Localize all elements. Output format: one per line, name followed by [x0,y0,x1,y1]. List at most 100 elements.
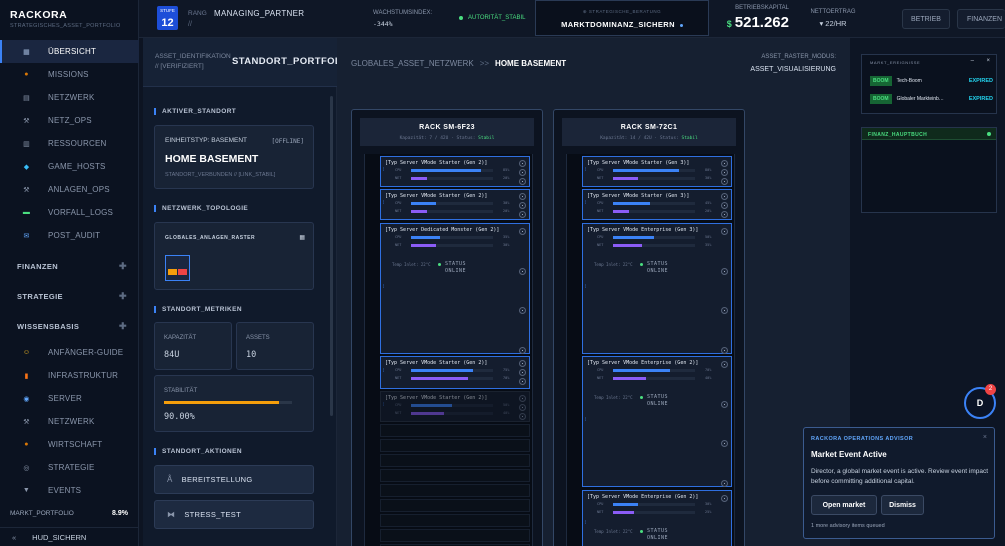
mode-value[interactable]: ASSET_VISUALISIERUNG [737,66,836,73]
empty-slot[interactable] [380,439,530,452]
server-name: [Typ Server VMode Starter (Gen 2)] [385,160,488,166]
sidebar-item-missions[interactable]: ● MISSIONS [0,63,139,86]
server-block-icon [168,269,177,275]
sidebar-item-events[interactable]: ▼ EVENTS [0,479,139,502]
section-strategie[interactable]: STRATEGIE ✚ [0,281,139,311]
drag-handle-icon[interactable]: ⁞ [585,167,588,172]
empty-slot[interactable] [380,499,530,512]
advisor-title: Market Event Active [811,450,887,459]
sidebar-item-netz-ops[interactable]: ⚒ NETZ_OPS [0,109,139,132]
empty-slot[interactable] [380,484,530,497]
growth-label: WACHSTUMSINDEX: [373,10,433,16]
sidebar-item-ressourcen[interactable]: ▥ RESSOURCEN [0,132,139,155]
empty-slot[interactable] [380,514,530,527]
empty-slot[interactable] [380,469,530,482]
sidebar-item-wirtschaft[interactable]: ● WIRTSCHAFT [0,433,139,456]
sidebar-item-label: STRATEGIE [48,463,95,472]
server-name: [Typ Server VMode Enterprise (Gen 3)] [587,227,699,233]
hud-save-button[interactable]: « HUD_SICHERN [0,527,139,546]
drag-handle-icon[interactable]: ⁞ [383,200,386,205]
net-percent: 70% [503,376,510,380]
status-dot-icon [640,530,643,533]
drag-handle-icon[interactable]: ⁞ [383,284,386,289]
server-slot[interactable]: [Typ Server VMode Enterprise (Gen 2)] ⁞ CP… [582,490,732,546]
ledger-panel[interactable]: FINANZ_HAUPTBUCH [861,127,997,213]
section-wissensbasis[interactable]: WISSENSBASIS ✚ [0,311,139,341]
authority-label: AUTORITÄT_STABIL [468,15,526,21]
drag-handle-icon[interactable]: ⁞ [383,402,386,407]
sidebar-item-game-hosts[interactable]: ◆ GAME_HOSTS [0,155,139,178]
sidebar-item-post-audit[interactable]: ✉ POST_AUDIT [0,224,139,247]
event-row[interactable]: BOOM Globaler Markteinb… EXPIRED [870,94,993,104]
breadcrumb-root[interactable]: GLOBALES_ASSET_NETZWERK [351,59,474,68]
drag-handle-icon[interactable]: ⁞ [585,521,588,526]
empty-slot[interactable] [380,424,530,437]
event-row[interactable]: BOOM Tech-Boom EXPIRED [870,76,993,86]
site-tile-home-basement[interactable] [165,255,190,281]
panel-scrollbar[interactable] [330,96,333,416]
stress-test-button[interactable]: ⧓ STRESS_TEST [154,500,314,529]
wrench-icon: ⚒ [23,418,30,426]
cpu-label: CPU [395,368,402,372]
sidebar-item-label: GAME_HOSTS [48,162,106,171]
server-slot[interactable]: [Typ Server VMode Starter (Gen 3)] ⁞ CPU 80… [582,156,732,187]
server-slot[interactable]: [Typ Server VMode Starter (Gen 2)] ⁞ CPU 30… [380,189,530,220]
sidebar-item-strategie-wiki[interactable]: ◎ STRATEGIE [0,456,139,479]
empty-slot[interactable] [380,454,530,467]
drag-handle-icon[interactable]: ⁞ [585,284,588,289]
server-slot[interactable]: [Typ Server Dedicated Monster (Gen 2)] ⁞ C… [380,223,530,354]
rack-subtitle: Kapazität: 7 / 42U · Status: Stabil [360,136,534,141]
active-site-card[interactable]: EINHEITSTYP: BASEMENT [OFFLINE] HOME BAS… [154,125,314,189]
capacity-label: KAPAZITÄT [164,335,197,341]
dismiss-button[interactable]: Dismiss [881,495,924,515]
advisor-popup: RACKORA OPERATIONS ADVISOR × Market Even… [803,427,995,539]
sidebar-item-netzwerk-wiki[interactable]: ⚒ NETZWERK [0,410,139,433]
section-finanzen[interactable]: FINANZEN ✚ [0,251,139,281]
sidebar-item-infrastruktur[interactable]: ▮ INFRASTRUKTUR [0,364,139,387]
rack-card[interactable]: RACK SM-6F23 Kapazität: 7 / 42U · Status… [351,109,543,546]
event-name: Tech-Boom [896,78,922,84]
finanzen-button[interactable]: FINANZEN [957,9,1005,29]
close-icon[interactable]: × [986,58,990,64]
stability-bar-fill [164,401,280,404]
mode-label: ASSET_RASTER_MODUS: [761,54,836,60]
sidebar-item-vorfall-logs[interactable]: ▬ VORFALL_LOGS [0,201,139,224]
mail-icon: ✉ [23,232,30,240]
open-market-button[interactable]: Open market [811,495,877,515]
drag-handle-icon[interactable]: ⁞ [383,368,386,373]
sidebar-item-server[interactable]: ◉ SERVER [0,387,139,410]
net-label: NET [395,411,402,415]
rack-card[interactable]: RACK SM-72C1 Kapazität: 14 / 42U · Statu… [553,109,745,546]
grid-menu-icon[interactable]: ▦ [299,234,305,241]
server-slot[interactable]: [Typ Server VMode Enterprise (Gen 2)] ⁞ CP… [582,356,732,487]
sidebar-item-uebersicht[interactable]: ▦ ÜBERSICHT [0,40,139,63]
server-slot[interactable]: [Typ Server VMode Starter (Gen 3)] ⁞ CPU 45… [582,189,732,220]
log-icon: ▬ [22,209,31,216]
sidebar-item-anfaenger-guide[interactable]: ☺ ANFÄNGER-GUIDE [0,341,139,364]
temp-inlet: Temp Inlet: 22°C [594,395,633,400]
topology-card[interactable]: GLOBALES_ANLAGEN_RASTER ▦ [154,222,314,290]
notification-badge: 2 [985,384,996,395]
empty-slot[interactable] [380,529,530,542]
sidebar-item-netzwerk[interactable]: ▤ NETZWERK [0,86,139,109]
temp-inlet: Temp Inlet: 22°C [392,262,431,267]
cpu-percent: 70% [705,368,712,372]
server-slot[interactable]: [Typ Server VMode Starter (Gen 2)] ⁞ CPU 75… [380,356,530,389]
drag-handle-icon[interactable]: ⁞ [585,200,588,205]
drag-handle-icon[interactable]: ⁞ [585,417,588,422]
event-name: Globaler Markteinb… [896,96,944,102]
unit-type: EINHEITSTYP: BASEMENT [165,137,247,144]
close-icon[interactable]: × [983,434,987,441]
minimize-icon[interactable]: – [971,58,974,64]
drag-handle-icon[interactable]: ⁞ [383,167,386,172]
server-slot[interactable]: [Typ Server VMode Starter (Gen 2)] ⁞ CPU 85… [380,156,530,187]
server-slot[interactable]: [Typ Server VMode Enterprise (Gen 3)] ⁞ CP… [582,223,732,354]
mission-panel[interactable]: ⊕ STRATEGISCHE_BERATUNG MARKTDOMINANZ_SI… [535,0,709,36]
fan-icon [721,178,728,185]
deploy-button[interactable]: Å BEREITSTELLUNG [154,465,314,494]
breadcrumb: GLOBALES_ASSET_NETZWERK >> HOME BASEMENT [351,59,566,68]
sidebar-item-anlagen-ops[interactable]: ⚒ ANLAGEN_OPS [0,178,139,201]
cpu-percent: 35% [503,235,510,239]
server-slot[interactable]: [Typ Server VMode Starter (Gen 2)] ⁞ CPU 50… [380,391,530,422]
betrieb-button[interactable]: BETRIEB [902,9,950,29]
